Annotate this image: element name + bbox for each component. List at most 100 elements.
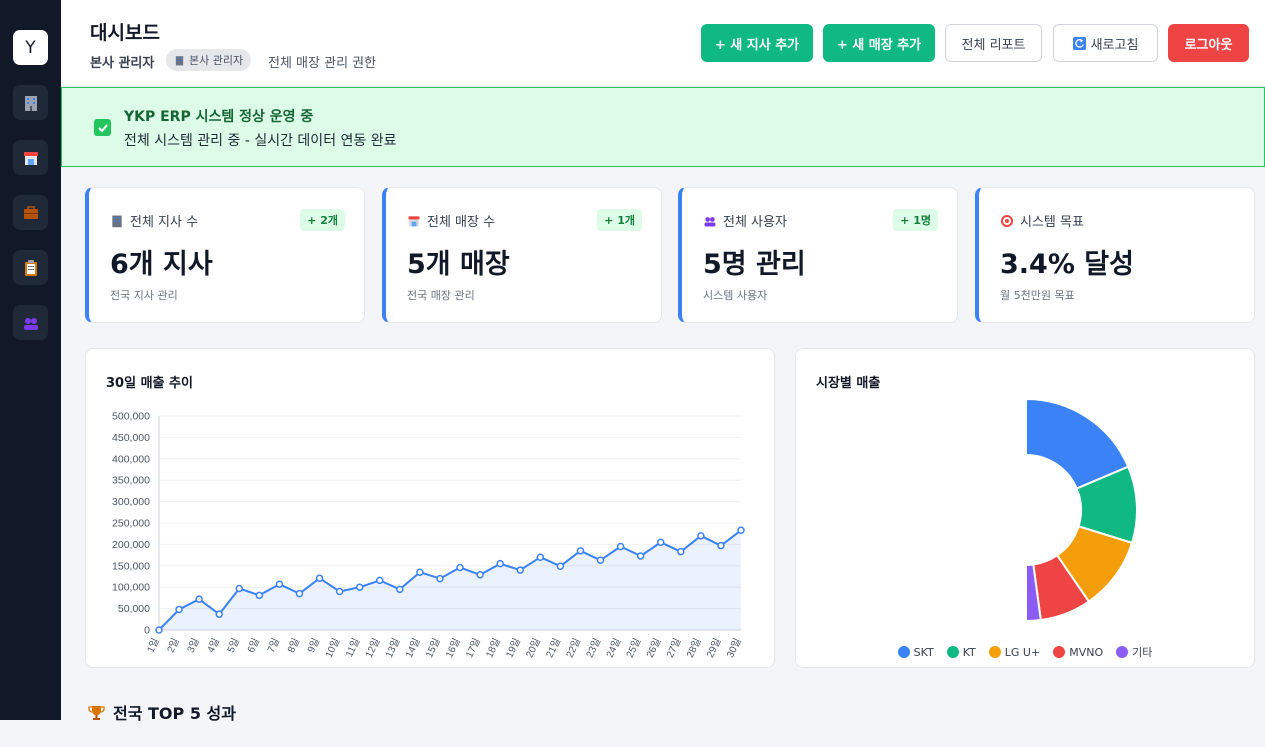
legend-swatch — [1116, 646, 1129, 658]
legend-item[interactable]: SKT — [897, 644, 934, 660]
data-point — [315, 574, 324, 582]
data-point — [195, 595, 203, 603]
x-tick-label: 13일 — [383, 636, 402, 659]
page-title: 대시보드 — [90, 22, 160, 44]
x-tick-label: 27일 — [664, 636, 683, 659]
market-pie-chart — [1025, 397, 1138, 623]
refresh-button[interactable]: 새로고침 — [1053, 24, 1158, 62]
stat-value: 5명 관리 — [703, 249, 806, 280]
x-tick-label: 24일 — [604, 636, 623, 659]
stat-card-goal: 시스템 목표 3.4% 달성 월 5천만원 목표 — [975, 187, 1255, 323]
x-tick-label: 22일 — [564, 636, 583, 659]
x-tick-label: 23일 — [584, 636, 603, 659]
x-tick-label: 16일 — [443, 636, 462, 659]
legend-swatch — [1053, 646, 1066, 658]
target-icon — [1001, 214, 1013, 227]
role-badge-label: 본사 관리자 — [189, 54, 244, 67]
data-point — [436, 574, 444, 583]
users-icon — [704, 216, 716, 226]
sidebar-item-branches[interactable] — [13, 85, 48, 120]
sidebar-item-users[interactable] — [13, 305, 48, 340]
page-header: 대시보드 본사 관리자 본사 관리자 전체 매장 관리 권한 + 새 지사 추가… — [61, 0, 1265, 87]
stat-card-stores: 전체 매장 수 + 1개 5개 매장 전국 매장 관리 — [382, 187, 662, 323]
data-point — [576, 547, 585, 555]
add-store-button[interactable]: + 새 매장 추가 — [823, 24, 935, 62]
x-tick-label: 18일 — [483, 636, 502, 659]
trophy-icon — [88, 705, 105, 720]
legend-item[interactable]: KT — [946, 644, 976, 660]
data-point — [235, 584, 244, 593]
legend-swatch — [988, 646, 1001, 658]
x-tick-label: 7일 — [265, 636, 282, 654]
stat-label: 전체 매장 수 — [427, 215, 496, 230]
data-point — [717, 541, 725, 550]
sidebar-item-stores[interactable] — [13, 140, 48, 175]
logout-button[interactable]: 로그아웃 — [1168, 24, 1249, 62]
legend-label: SKT — [913, 645, 934, 659]
data-point — [335, 587, 344, 596]
sidebar-item-sales[interactable] — [13, 195, 48, 230]
stat-value: 5개 매장 — [407, 249, 510, 280]
y-tick-label: 150,000 — [112, 560, 150, 572]
add-branch-button[interactable]: + 새 지사 추가 — [701, 24, 813, 62]
sales-line-chart: 0 50,000 100,000 150,000 200,000 250,000 300,0… — [112, 411, 745, 660]
stat-card-branches: 전체 지사 수 + 2개 6개 지사 전국 지사 관리 — [85, 187, 365, 323]
store-icon — [23, 151, 38, 165]
legend-item[interactable]: MVNO — [1053, 644, 1103, 660]
legend-item[interactable]: 기타 — [1116, 644, 1152, 660]
x-tick-label: 8일 — [285, 636, 302, 654]
data-point — [215, 610, 223, 618]
data-point — [496, 559, 504, 568]
role-badge: 본사 관리자 — [166, 49, 252, 71]
sidebar: Y — [0, 0, 61, 720]
y-tick-label: 200,000 — [112, 539, 150, 551]
legend-label: MVNO — [1069, 645, 1104, 659]
users-icon — [23, 317, 38, 330]
stat-subtext: 월 5천만원 목표 — [1000, 289, 1075, 302]
x-tick-label: 11일 — [343, 636, 362, 659]
x-tick-label: 30일 — [724, 636, 743, 659]
sidebar-item-reports[interactable] — [13, 250, 48, 285]
data-point — [175, 605, 183, 614]
role-description: 전체 매장 관리 권한 — [268, 56, 377, 71]
x-tick-label: 15일 — [423, 636, 442, 659]
x-tick-label: 19일 — [503, 636, 522, 659]
x-tick-label: 28일 — [684, 636, 703, 659]
clipboard-icon — [24, 259, 37, 276]
x-tick-label: 12일 — [363, 636, 382, 659]
stat-label: 전체 지사 수 — [130, 215, 199, 230]
building-icon — [175, 55, 184, 65]
y-tick-label: 300,000 — [112, 496, 150, 508]
x-tick-label: 2일 — [165, 636, 182, 654]
legend-swatch — [897, 646, 910, 658]
top5-title: 전국 TOP 5 성과 — [113, 704, 236, 723]
data-point — [636, 552, 645, 560]
x-tick-label: 21일 — [544, 636, 563, 659]
refresh-icon — [1072, 36, 1086, 50]
stat-card-users: 전체 사용자 + 1명 5명 관리 시스템 사용자 — [678, 187, 958, 323]
y-tick-label: 50,000 — [118, 603, 150, 615]
x-tick-label: 20일 — [524, 636, 543, 659]
banner-title: YKP ERP 시스템 정상 운영 중 — [124, 109, 314, 125]
stat-value: 3.4% 달성 — [1000, 249, 1134, 280]
legend-label: KT — [962, 645, 976, 659]
stat-subtext: 전국 매장 관리 — [407, 289, 475, 302]
x-tick-label: 26일 — [644, 636, 663, 659]
data-point — [476, 571, 484, 579]
data-point — [737, 526, 745, 535]
refresh-label: 새로고침 — [1090, 37, 1139, 53]
y-tick-label: 0 — [144, 625, 150, 637]
full-report-button[interactable]: 전체 리포트 — [945, 24, 1042, 62]
data-point — [155, 626, 163, 634]
legend-item[interactable]: LG U+ — [988, 644, 1041, 660]
data-point — [677, 547, 685, 556]
y-tick-label: 450,000 — [112, 432, 150, 444]
y-tick-label: 500,000 — [112, 411, 150, 423]
y-tick-label: 100,000 — [112, 582, 150, 594]
app-logo[interactable]: Y — [13, 30, 48, 65]
user-role: 본사 관리자 — [90, 56, 155, 71]
top5-heading: 전국 TOP 5 성과 — [88, 700, 236, 724]
store-icon — [408, 215, 420, 226]
legend-label: LG U+ — [1004, 645, 1041, 659]
status-banner: YKP ERP 시스템 정상 운영 중 전체 시스템 관리 중 - 실시간 데이… — [61, 87, 1265, 167]
